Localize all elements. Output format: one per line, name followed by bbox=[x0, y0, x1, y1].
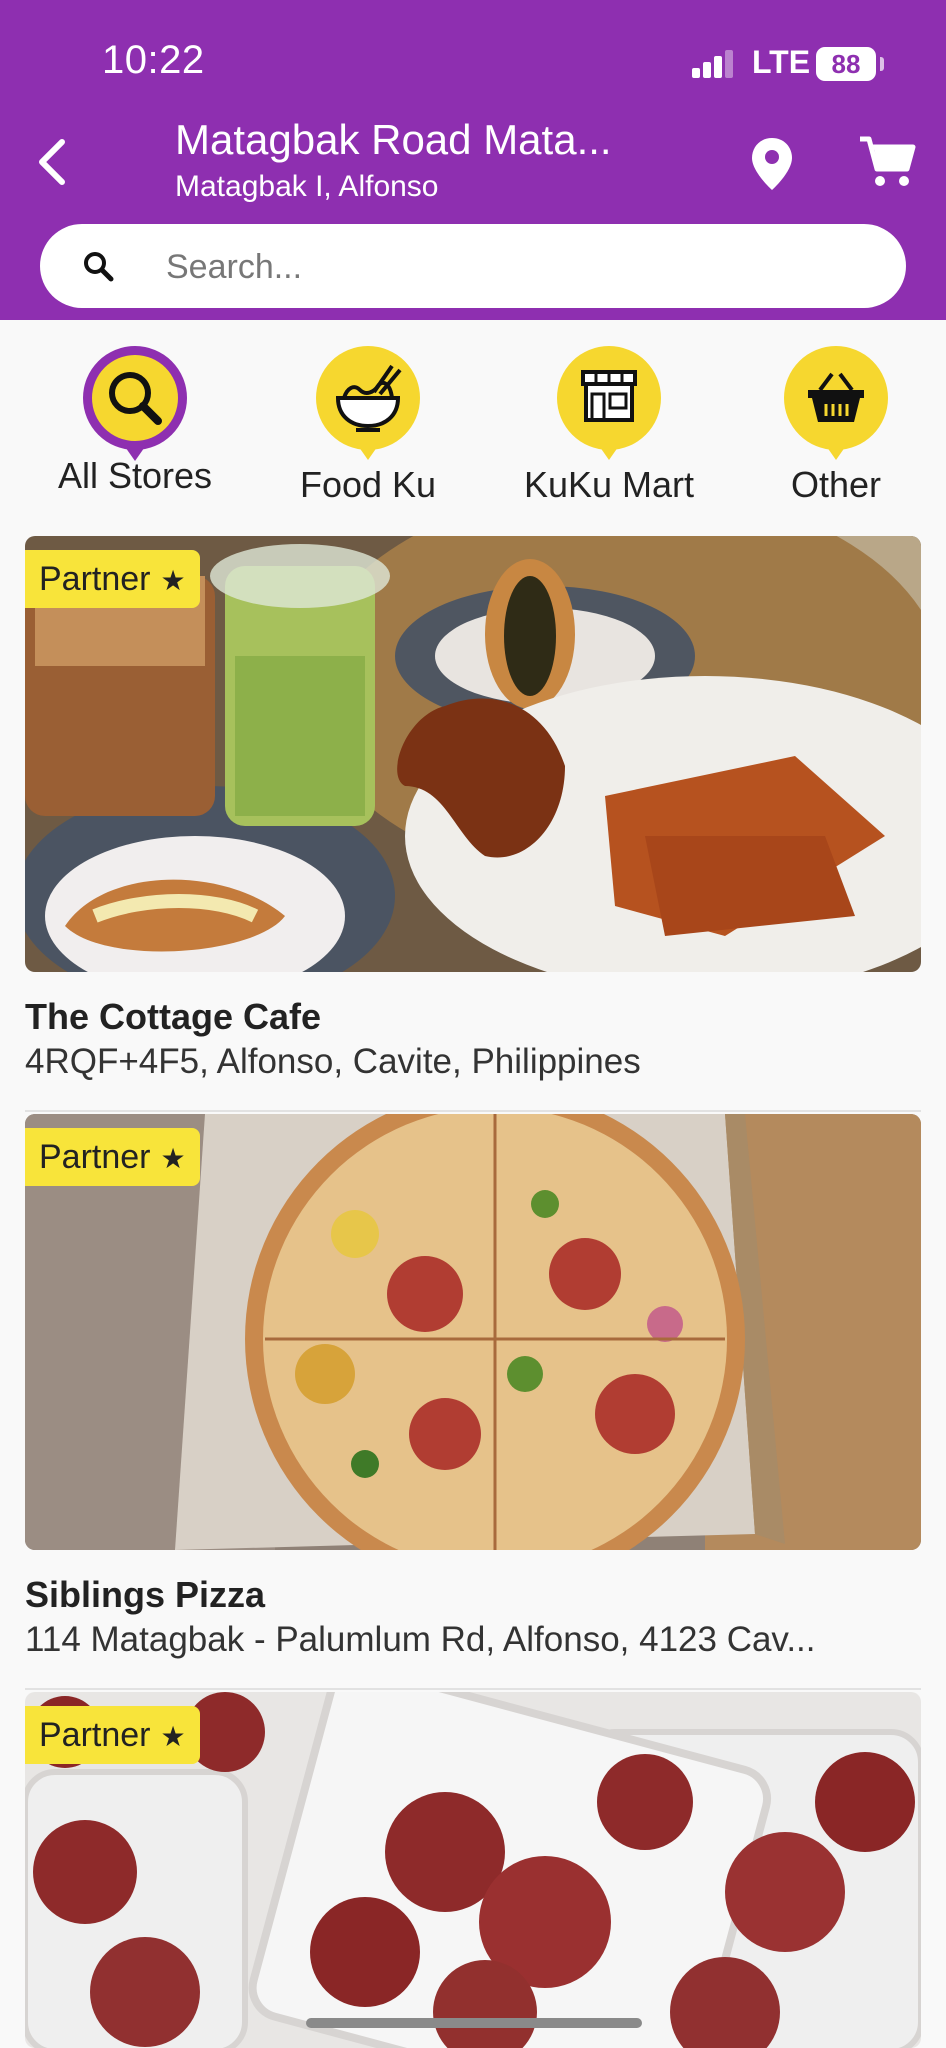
category-icon-all-stores bbox=[92, 355, 178, 461]
signal-icon bbox=[692, 50, 734, 78]
chevron-left-icon bbox=[39, 139, 65, 185]
category-label: Food Ku bbox=[299, 464, 437, 505]
search-icon bbox=[84, 252, 114, 282]
store-name: The Cottage Cafe bbox=[25, 996, 322, 1037]
noodle-bowl-icon bbox=[335, 364, 402, 432]
divider bbox=[25, 1688, 921, 1690]
basket-icon bbox=[808, 372, 864, 422]
category-icon-kuku-mart bbox=[557, 346, 661, 460]
store-image[interactable]: Partner ★ bbox=[25, 1114, 921, 1550]
partner-badge-label: Partner bbox=[39, 560, 151, 598]
category-label: All Stores bbox=[57, 455, 213, 496]
star-icon: ★ bbox=[160, 1143, 186, 1174]
partner-badge: Partner ★ bbox=[25, 1706, 200, 1764]
partner-badge: Partner ★ bbox=[25, 550, 200, 608]
store-image[interactable]: Partner ★ bbox=[25, 536, 921, 972]
category-label: KuKu Mart bbox=[523, 464, 695, 505]
store-card-cottage-cafe[interactable]: Partner ★ The Cottage Cafe 4RQF+4F5, Alfo… bbox=[25, 536, 921, 1112]
cart-icon bbox=[860, 136, 916, 186]
search-icon bbox=[109, 372, 162, 425]
category-kuku-mart[interactable]: KuKu Mart bbox=[504, 346, 714, 506]
store-address: 4RQF+4F5, Alfonso, Cavite, Philippines bbox=[25, 1042, 641, 1081]
battery-tip bbox=[880, 57, 884, 71]
search-input[interactable] bbox=[164, 224, 868, 310]
category-all-stores[interactable]: All Stores bbox=[30, 346, 240, 497]
category-icon-food-ku bbox=[316, 346, 420, 460]
back-button[interactable] bbox=[30, 130, 80, 190]
store-address: 114 Matagbak - Palumlum Rd, Alfonso, 412… bbox=[25, 1620, 816, 1659]
partner-badge-label: Partner bbox=[39, 1138, 151, 1176]
store-card-3[interactable]: Partner ★ bbox=[25, 1692, 921, 2048]
location-button[interactable] bbox=[748, 136, 796, 192]
cart-button[interactable] bbox=[858, 135, 916, 190]
network-label: LTE bbox=[752, 44, 811, 80]
home-indicator[interactable] bbox=[306, 2018, 642, 2028]
app-header: 10:22 LTE 88 Matagbak Road Mata... Matag… bbox=[0, 0, 946, 320]
partner-badge-label: Partner bbox=[39, 1716, 151, 1754]
page-title[interactable]: Matagbak Road Mata... bbox=[175, 116, 695, 164]
page-subtitle[interactable]: Matagbak I, Alfonso bbox=[175, 170, 439, 204]
map-pin-icon bbox=[752, 138, 792, 190]
partner-badge: Partner ★ bbox=[25, 1128, 200, 1186]
category-other[interactable]: Other bbox=[731, 346, 941, 506]
search-bar[interactable] bbox=[40, 224, 906, 310]
storefront-icon bbox=[581, 370, 637, 422]
battery-icon: 88 bbox=[816, 47, 876, 81]
category-food-ku[interactable]: Food Ku bbox=[263, 346, 473, 506]
star-icon: ★ bbox=[160, 565, 186, 596]
star-icon: ★ bbox=[160, 1721, 186, 1752]
store-image[interactable]: Partner ★ bbox=[25, 1692, 921, 2048]
store-card-siblings-pizza[interactable]: Partner ★ Siblings Pizza 114 Matagbak - P… bbox=[25, 1114, 921, 1690]
store-name: Siblings Pizza bbox=[25, 1574, 266, 1615]
category-label: Other bbox=[790, 464, 882, 505]
status-time: 10:22 bbox=[102, 38, 205, 82]
category-icon-other bbox=[784, 346, 888, 460]
divider bbox=[25, 1110, 921, 1112]
